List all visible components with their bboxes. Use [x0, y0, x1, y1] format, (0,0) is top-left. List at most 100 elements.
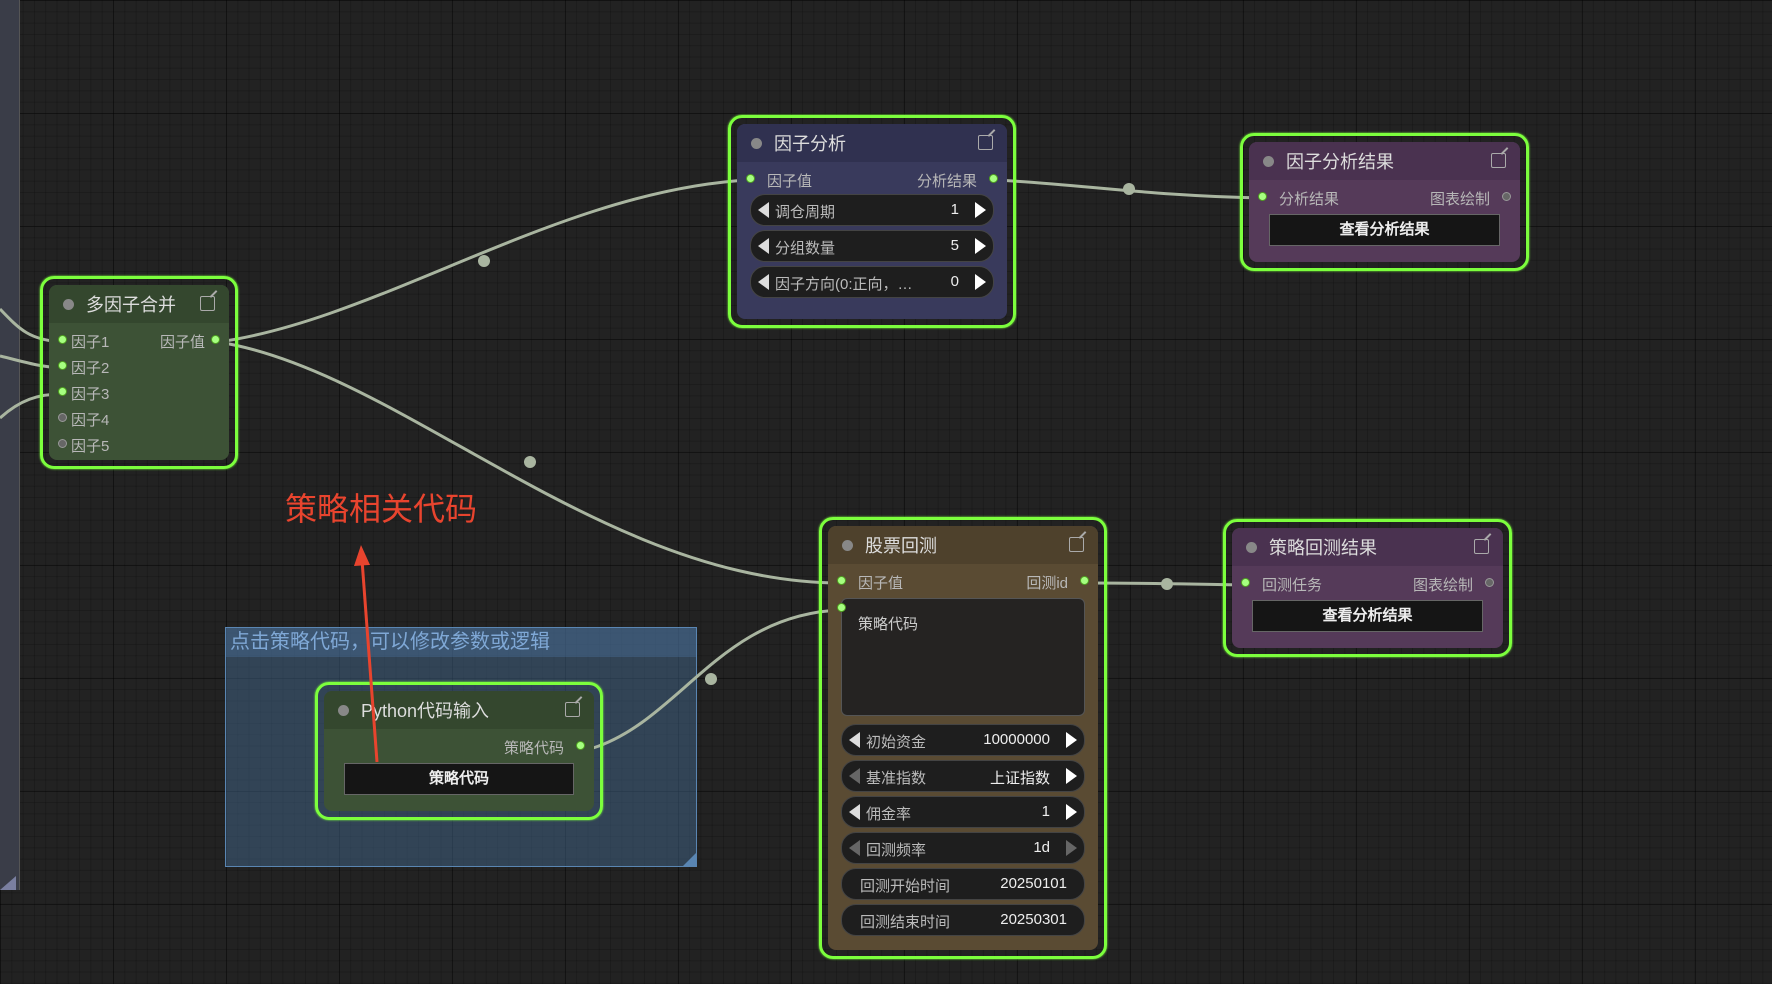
collapse-dot-icon[interactable] [63, 298, 74, 310]
node-merge[interactable]: 多因子合并 因子1 因子值 因子2 因子3 因子4 因子5 [40, 276, 238, 469]
node-factor-analysis[interactable]: 因子分析 因子值 分析结果 调仓周期 1 分组数量 5 因子方向(0:正向，… … [728, 115, 1016, 328]
combo-widget[interactable]: 基准指数 上证指数 [841, 760, 1085, 792]
collapse-dot-icon[interactable] [338, 704, 349, 716]
node-header[interactable]: 因子分析 [737, 124, 1007, 162]
slot-row: 回测任务 图表绘制 [1232, 570, 1503, 596]
number-widget[interactable]: 分组数量 5 [750, 230, 994, 262]
output-pin[interactable] [576, 741, 585, 750]
slot-row: 因子3 [49, 379, 229, 405]
number-widget[interactable]: 佣金率 1 [841, 796, 1085, 828]
node-analysis-result[interactable]: 因子分析结果 分析结果 图表绘制 查看分析结果 [1240, 133, 1529, 271]
increment-arrow-icon[interactable] [975, 238, 986, 254]
node-stock-backtest[interactable]: 股票回测 因子值 回测id 策略代码 初始资金 10000000 基准指数 上证… [819, 517, 1107, 959]
slot-row: 因子值 回测id [828, 568, 1098, 594]
collapse-dot-icon[interactable] [1263, 155, 1274, 167]
widget-value: 1d [1033, 839, 1050, 856]
node-backtest-result[interactable]: 策略回测结果 回测任务 图表绘制 查看分析结果 [1223, 519, 1512, 657]
input-pin[interactable] [1258, 192, 1267, 201]
node-header[interactable]: 策略回测结果 [1232, 528, 1503, 566]
text-field[interactable]: 回测开始时间 20250101 [841, 868, 1085, 900]
output-label: 图表绘制 [1429, 191, 1490, 208]
node-header[interactable]: 股票回测 [828, 526, 1098, 564]
wire-merge-analysis [217, 178, 750, 344]
output-pin[interactable] [211, 335, 220, 344]
slot-row: 因子值 分析结果 [737, 166, 1007, 192]
input-pin[interactable] [837, 576, 846, 585]
number-widget[interactable]: 因子方向(0:正向，… 0 [750, 266, 994, 298]
increment-arrow-icon[interactable] [1066, 804, 1077, 820]
input-pin[interactable] [58, 387, 67, 396]
collapse-dot-icon[interactable] [751, 137, 762, 149]
view-analysis-button[interactable]: 查看分析结果 [1269, 214, 1500, 246]
group-title[interactable]: 点击策略代码，可以修改参数或逻辑 [226, 628, 696, 657]
decrement-arrow-icon[interactable] [849, 840, 860, 856]
widget-value: 1 [950, 201, 959, 218]
output-pin[interactable] [989, 174, 998, 183]
decrement-arrow-icon[interactable] [849, 804, 860, 820]
collapse-dot-icon[interactable] [1246, 541, 1257, 553]
node-header[interactable]: 多因子合并 [49, 285, 229, 323]
increment-arrow-icon[interactable] [1066, 768, 1077, 784]
node-title: Python代码输入 [361, 701, 490, 721]
slot-row: 因子2 [49, 353, 229, 379]
wire-midpoint [705, 673, 717, 685]
increment-arrow-icon[interactable] [1066, 732, 1077, 748]
edit-icon[interactable] [1474, 539, 1489, 554]
group-resize-handle[interactable] [683, 853, 696, 866]
increment-arrow-icon[interactable] [975, 274, 986, 290]
node-body: 因子分析结果 分析结果 图表绘制 查看分析结果 [1249, 142, 1520, 262]
wire-midpoint [1123, 183, 1135, 195]
widget-value: 20250101 [1000, 875, 1067, 892]
widget-value: 20250301 [1000, 911, 1067, 928]
increment-arrow-icon[interactable] [1066, 840, 1077, 856]
slot-row: 分析结果 图表绘制 [1249, 184, 1520, 210]
node-header[interactable]: 因子分析结果 [1249, 142, 1520, 180]
input-pin[interactable] [58, 361, 67, 370]
number-widget[interactable]: 调仓周期 1 [750, 194, 994, 226]
wire-merge-backtest [217, 340, 841, 585]
input-label: 因子1 [71, 334, 110, 351]
input-label: 因子值 [767, 173, 813, 190]
output-label: 因子值 [159, 334, 205, 351]
node-title: 因子分析 [774, 134, 846, 154]
node-header[interactable]: Python代码输入 [324, 691, 594, 729]
output-pin[interactable] [1485, 578, 1494, 587]
strategy-code-button[interactable]: 策略代码 [344, 763, 574, 795]
widget-value: 0 [950, 273, 959, 290]
decrement-arrow-icon[interactable] [758, 202, 769, 218]
widget-label: 因子方向(0:正向，… [775, 276, 913, 293]
widget-label: 回测开始时间 [860, 878, 951, 895]
edit-icon[interactable] [565, 702, 580, 717]
annotation-label: 策略相关代码 [285, 491, 478, 527]
output-pin[interactable] [1502, 192, 1511, 201]
combo-widget[interactable]: 回测频率 1d [841, 832, 1085, 864]
edit-icon[interactable] [978, 135, 993, 150]
decrement-arrow-icon[interactable] [849, 768, 860, 784]
input-pin[interactable] [58, 413, 67, 422]
edit-icon[interactable] [1491, 153, 1506, 168]
output-pin[interactable] [1080, 576, 1089, 585]
increment-arrow-icon[interactable] [975, 202, 986, 218]
wire-analysis-result [994, 178, 1263, 200]
decrement-arrow-icon[interactable] [849, 732, 860, 748]
node-python-input[interactable]: Python代码输入 策略代码 策略代码 [315, 682, 603, 820]
number-widget[interactable]: 初始资金 10000000 [841, 724, 1085, 756]
input-pin[interactable] [746, 174, 755, 183]
node-body: Python代码输入 策略代码 策略代码 [324, 691, 594, 811]
decrement-arrow-icon[interactable] [758, 274, 769, 290]
widget-label: 调仓周期 [775, 204, 836, 221]
view-backtest-button[interactable]: 查看分析结果 [1252, 600, 1483, 632]
output-label: 分析结果 [916, 173, 977, 190]
input-pin[interactable] [58, 335, 67, 344]
input-pin[interactable] [58, 439, 67, 448]
edit-icon[interactable] [1069, 537, 1084, 552]
text-field[interactable]: 回测结束时间 20250301 [841, 904, 1085, 936]
input-pin[interactable] [1241, 578, 1250, 587]
widget-label: 回测结束时间 [860, 914, 951, 931]
edit-icon[interactable] [200, 296, 215, 311]
decrement-arrow-icon[interactable] [758, 238, 769, 254]
resize-handle[interactable] [0, 876, 16, 890]
collapse-dot-icon[interactable] [842, 539, 853, 551]
strategy-code-textarea[interactable]: 策略代码 [841, 598, 1085, 716]
code-input-pin[interactable] [837, 603, 846, 612]
